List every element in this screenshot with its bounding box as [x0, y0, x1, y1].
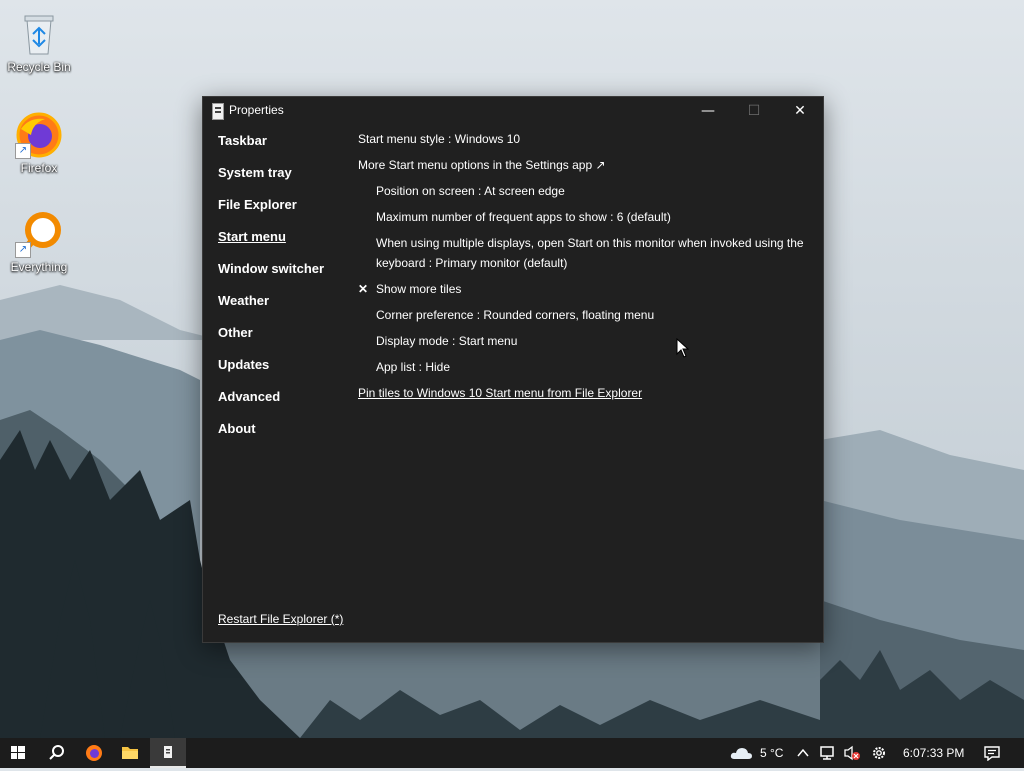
- close-button[interactable]: ✕: [777, 97, 823, 125]
- network-icon[interactable]: [819, 745, 837, 761]
- more-options-link[interactable]: More Start menu options in the Settings …: [358, 155, 808, 175]
- nav-item-other[interactable]: Other: [218, 323, 348, 355]
- desktop-icon-label: Firefox: [20, 161, 58, 175]
- desktop-icon-label: Everything: [10, 260, 68, 274]
- mouse-cursor-icon: [676, 338, 690, 358]
- file-explorer-icon: [122, 747, 138, 759]
- nav-item-file-explorer[interactable]: File Explorer: [218, 195, 348, 227]
- nav-item-taskbar[interactable]: Taskbar: [218, 131, 348, 163]
- settings-nav: Taskbar System tray File Explorer Start …: [218, 131, 348, 451]
- show-more-tiles-toggle[interactable]: ✕ Show more tiles: [358, 279, 808, 299]
- start-menu-style-setting[interactable]: Start menu style : Windows 10: [358, 129, 808, 149]
- nav-item-advanced[interactable]: Advanced: [218, 387, 348, 419]
- desktop-icon-firefox[interactable]: ↗ Firefox: [1, 111, 77, 175]
- desktop-icon-recycle-bin[interactable]: Recycle Bin: [1, 10, 77, 74]
- weather-cloud-icon[interactable]: [729, 744, 753, 762]
- corner-preference-setting[interactable]: Corner preference : Rounded corners, flo…: [358, 305, 808, 325]
- settings-gear-icon[interactable]: [870, 744, 888, 762]
- taskbar-firefox[interactable]: [76, 738, 112, 768]
- desktop-icon-everything[interactable]: ↗ Everything: [1, 210, 77, 274]
- search-icon: [49, 745, 64, 760]
- properties-window: Properties — ☐ ✕ Taskbar System tray Fil…: [202, 96, 824, 643]
- start-icon: [11, 746, 25, 759]
- maximize-button[interactable]: ☐: [731, 97, 777, 125]
- nav-item-updates[interactable]: Updates: [218, 355, 348, 387]
- restart-file-explorer-link[interactable]: Restart File Explorer (*): [218, 612, 343, 626]
- window-titlebar[interactable]: Properties — ☐ ✕: [203, 97, 823, 125]
- nav-item-start-menu[interactable]: Start menu: [218, 227, 348, 259]
- max-frequent-apps-setting[interactable]: Maximum number of frequent apps to show …: [358, 207, 808, 227]
- shortcut-arrow-icon: ↗: [15, 242, 31, 258]
- firefox-icon: [86, 745, 102, 761]
- taskbar: 5 °C 6:07:33 PM: [0, 738, 1024, 768]
- start-button[interactable]: [0, 738, 36, 768]
- notifications-icon[interactable]: [983, 745, 1001, 761]
- everything-search-icon: ↗: [15, 210, 63, 258]
- firefox-icon: ↗: [15, 111, 63, 159]
- display-mode-setting[interactable]: Display mode : Start menu: [358, 331, 808, 351]
- checked-x-icon: ✕: [358, 282, 369, 296]
- position-setting[interactable]: Position on screen : At screen edge: [358, 181, 808, 201]
- window-title: Properties: [229, 103, 284, 117]
- taskbar-clock[interactable]: 6:07:33 PM: [903, 746, 964, 760]
- taskbar-properties[interactable]: [150, 738, 186, 768]
- taskbar-file-explorer[interactable]: [112, 738, 148, 768]
- search-button[interactable]: [39, 738, 75, 768]
- weather-temperature[interactable]: 5 °C: [760, 746, 783, 760]
- minimize-button[interactable]: —: [685, 97, 731, 125]
- multi-display-setting[interactable]: When using multiple displays, open Start…: [358, 233, 808, 273]
- properties-app-icon: [164, 746, 172, 758]
- show-more-tiles-label: Show more tiles: [376, 282, 462, 296]
- nav-item-about[interactable]: About: [218, 419, 348, 451]
- volume-muted-icon[interactable]: [843, 745, 861, 761]
- start-menu-settings: Start menu style : Windows 10 More Start…: [358, 129, 808, 409]
- nav-item-system-tray[interactable]: System tray: [218, 163, 348, 195]
- app-list-setting[interactable]: App list : Hide: [358, 357, 808, 377]
- properties-app-icon: [212, 103, 224, 120]
- nav-item-window-switcher[interactable]: Window switcher: [218, 259, 348, 291]
- chevron-up-icon[interactable]: [796, 746, 810, 760]
- desktop-icon-label: Recycle Bin: [7, 60, 71, 74]
- recycle-bin-icon: [15, 10, 63, 58]
- nav-item-weather[interactable]: Weather: [218, 291, 348, 323]
- shortcut-arrow-icon: ↗: [15, 143, 31, 159]
- pin-tiles-link[interactable]: Pin tiles to Windows 10 Start menu from …: [358, 383, 808, 403]
